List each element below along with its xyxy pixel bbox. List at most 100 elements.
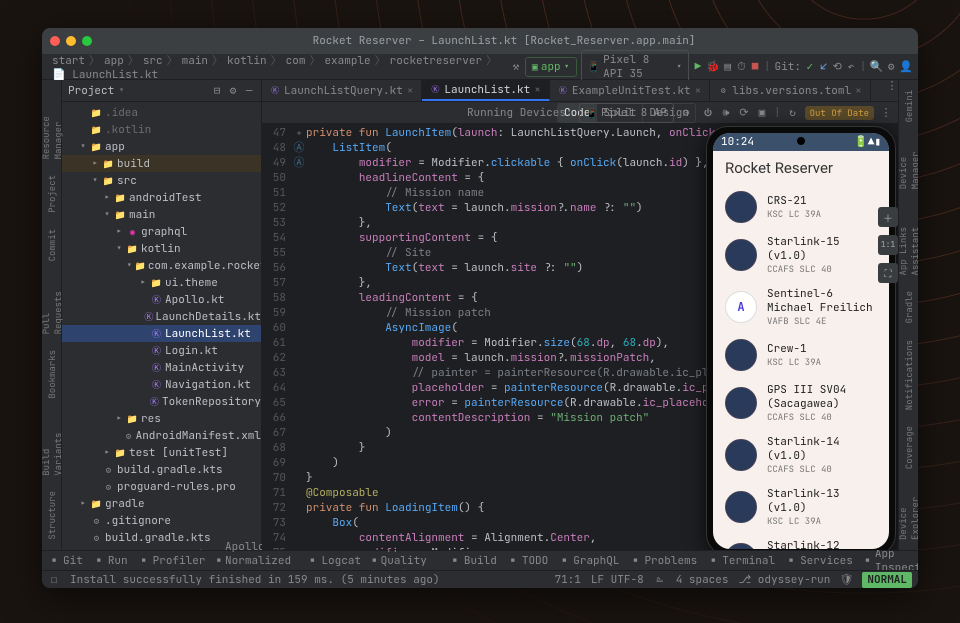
refresh-icon[interactable]: ↻ [787, 107, 799, 119]
crumb[interactable]: rocketreserver [386, 53, 486, 69]
tree-row[interactable]: ⚙ .gitignore [62, 512, 261, 529]
tree-twisty-icon[interactable]: ▾ [78, 140, 88, 154]
launch-list-item[interactable]: Crew-1 KSC LC 39A [713, 333, 889, 377]
screenshot-icon[interactable]: ▣ [756, 107, 768, 119]
rail-item[interactable]: Pull Requests [42, 274, 64, 338]
tree-row[interactable]: ▸ 📁 ui.theme [62, 274, 261, 291]
rail-item[interactable]: Commit [46, 225, 58, 265]
readonly-icon[interactable]: ⎁ [654, 574, 666, 586]
crumb[interactable]: example [320, 53, 374, 69]
rail-item[interactable]: Bookmarks [46, 346, 58, 403]
shield-icon[interactable]: 🛡 [840, 574, 852, 586]
search-icon[interactable]: 🔍 [870, 61, 882, 73]
run-icon[interactable]: ▶ [693, 61, 703, 73]
rail-item[interactable]: Gemini [903, 86, 915, 126]
volume-icon[interactable]: 🕪 [720, 107, 732, 119]
hammer-icon[interactable]: ⚒ [511, 61, 521, 73]
coverage-icon[interactable]: ▤ [723, 61, 733, 73]
indent[interactable]: 4 spaces [676, 573, 729, 587]
maximize-icon[interactable] [82, 36, 92, 46]
tree-row[interactable]: ▸ 📁 gradle [62, 495, 261, 512]
profile-icon[interactable]: ⏱ [737, 61, 747, 73]
rail-item[interactable]: Coverage [903, 422, 915, 473]
close-tab-icon[interactable]: × [855, 84, 862, 98]
tree-row[interactable]: ⚙ AndroidManifest.xml [62, 427, 261, 444]
tree-twisty-icon[interactable]: ▾ [90, 174, 100, 188]
tree-row[interactable]: ▾ 📁 src [62, 172, 261, 189]
editor-tab[interactable]: Ⓚ LaunchList.kt × [422, 80, 549, 101]
tree-twisty-icon[interactable]: ▸ [138, 276, 148, 290]
rail-item[interactable]: App Links Assistant [897, 202, 919, 280]
rail-item[interactable]: Build Variants [42, 411, 64, 480]
tool-window-button[interactable]: ▪Services [785, 554, 853, 568]
launch-list-item[interactable]: Starlink-13 (v1.0) KSC LC 39A [713, 481, 889, 533]
close-icon[interactable] [50, 36, 60, 46]
tree-twisty-icon[interactable]: ▸ [114, 225, 124, 239]
rail-item[interactable]: Project [46, 171, 58, 217]
debug-icon[interactable]: 🐞 [707, 61, 719, 73]
close-tab-icon[interactable]: × [695, 84, 702, 98]
titlebar[interactable]: Rocket Reserver – LaunchList.kt [Rocket_… [42, 28, 918, 54]
launch-list-item[interactable]: Starlink-12 (v1.0) KSC LC 39A [713, 533, 889, 549]
encoding[interactable]: LF UTF-8 [591, 573, 644, 587]
tool-window-button[interactable]: ▪Run [93, 554, 128, 568]
git-branch[interactable]: ⎇ odyssey-run [739, 573, 831, 587]
git-commit-icon[interactable]: ✓ [805, 61, 815, 73]
device-selector[interactable]: 📱 Pixel 8 API 35 ▾ [581, 50, 689, 84]
project-tree[interactable]: 📁 .idea 📁 .kotlin ▾ 📁 app ▸ 📁 build ▾ 📁 … [62, 102, 261, 550]
tree-row[interactable]: Ⓚ Apollo.kt [62, 291, 261, 308]
launch-list-item[interactable]: Starlink-14 (v1.0) CCAFS SLC 40 [713, 429, 889, 481]
launch-list-item[interactable]: GPS III SV04 (Sacagawea) CCAFS SLC 40 [713, 377, 889, 429]
tree-row[interactable]: Ⓚ TokenRepository [62, 393, 261, 410]
tree-row[interactable]: Ⓚ Login.kt [62, 342, 261, 359]
crumb[interactable]: main [178, 53, 212, 69]
editor-tab[interactable]: Ⓚ LaunchListQuery.kt × [262, 80, 422, 101]
tree-twisty-icon[interactable]: ▸ [102, 191, 112, 205]
tree-row[interactable]: ▸ ◉ graphql [62, 223, 261, 240]
zoom-fit-icon[interactable]: ⛶ [878, 263, 898, 283]
minimize-icon[interactable] [66, 36, 76, 46]
tree-twisty-icon[interactable]: ▸ [114, 412, 124, 426]
tree-twisty-icon[interactable]: ▾ [126, 259, 133, 273]
settings-icon[interactable]: ⚙ [886, 61, 896, 73]
editor-tab[interactable]: Ⓚ ExampleUnitTest.kt × [550, 80, 710, 101]
tree-row[interactable]: Ⓚ LaunchList.kt [62, 325, 261, 342]
tree-row[interactable]: ▸ 📁 res [62, 410, 261, 427]
tree-twisty-icon[interactable]: ▸ [90, 157, 100, 171]
rotate-icon[interactable]: ⟳ [738, 107, 750, 119]
tree-row[interactable]: Ⓚ Navigation.kt [62, 376, 261, 393]
crumb[interactable]: kotlin [223, 53, 271, 69]
out-of-date-badge[interactable]: Out Of Date [805, 106, 874, 120]
close-tab-icon[interactable]: × [407, 84, 414, 98]
zoom-in-icon[interactable]: ＋ [878, 207, 898, 227]
tree-row[interactable]: ▸ 📁 test [unitTest] [62, 444, 261, 461]
tool-window-button[interactable]: ▪Build [449, 554, 497, 568]
gear-icon[interactable]: ⚙ [227, 85, 239, 97]
tree-row[interactable]: ▾ 📁 app [62, 138, 261, 155]
tree-row[interactable]: ▸ 📁 androidTest [62, 189, 261, 206]
more-tabs-icon[interactable]: ⋮ [886, 80, 898, 92]
rail-item[interactable]: Gradle [903, 287, 915, 327]
tree-twisty-icon[interactable]: ▸ [102, 446, 112, 460]
tree-twisty-icon[interactable]: ▾ [114, 242, 124, 256]
tree-row[interactable]: 📁 .kotlin [62, 121, 261, 138]
rollback-icon[interactable]: ↶ [846, 61, 856, 73]
breadcrumb[interactable]: start〉app〉src〉main〉kotlin〉com〉example〉ro… [48, 52, 503, 82]
tree-row[interactable]: ⚙ build.gradle.kts [62, 461, 261, 478]
running-device[interactable]: 📱 Pixel 8 AP [579, 103, 674, 123]
device-emulator[interactable]: 10:24🔋▲▮ Rocket Reserver CRS-21 KSC LC 3… [706, 126, 896, 550]
zoom-reset-icon[interactable]: 1:1 [878, 235, 898, 255]
caret-pos[interactable]: 71:1 [554, 573, 580, 587]
rail-item[interactable]: Device Explorer [897, 481, 919, 544]
tree-row[interactable]: ▾ 📁 kotlin [62, 240, 261, 257]
tool-window-button[interactable]: ▪Problems [629, 554, 697, 568]
tree-row[interactable]: ▾ 📁 com.example.rocketreserver [62, 257, 261, 274]
launch-list-item[interactable]: CRS-21 KSC LC 39A [713, 185, 889, 229]
rail-item[interactable]: Notifications [903, 336, 915, 414]
device-screen[interactable]: 10:24🔋▲▮ Rocket Reserver CRS-21 KSC LC 3… [713, 133, 889, 549]
rail-item[interactable]: Structure [46, 487, 58, 544]
tool-window-button[interactable]: ▪Git [48, 554, 83, 568]
account-icon[interactable]: 👤 [900, 61, 912, 73]
gear-icon[interactable]: ⚙ [680, 107, 692, 119]
editor-tab[interactable]: ⚙ libs.versions.toml × [710, 80, 870, 101]
